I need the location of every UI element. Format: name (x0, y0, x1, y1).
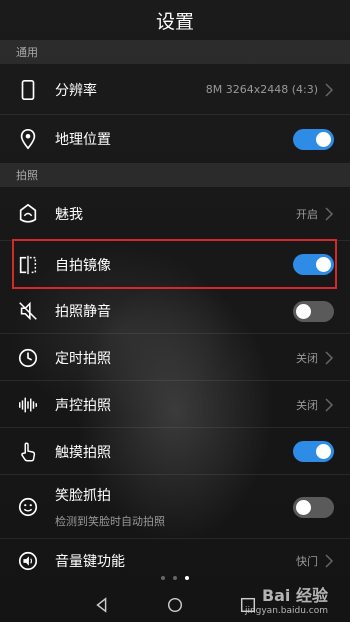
chevron-right-icon (325, 82, 334, 97)
highlight-box (12, 239, 337, 289)
section-header-photo: 拍照 (0, 163, 350, 187)
home-icon[interactable] (166, 596, 184, 614)
setting-beauty[interactable]: 魅我 开启 (0, 187, 350, 241)
beauty-face-icon (16, 202, 40, 226)
page-dot (173, 576, 177, 580)
mute-icon (16, 299, 40, 323)
setting-value: 快门 (296, 555, 318, 568)
setting-shutter-mute: 拍照静音 (0, 288, 350, 334)
setting-value: 关闭 (296, 398, 318, 412)
setting-label: 分辨率 (55, 82, 97, 99)
setting-value: 开启 (296, 208, 318, 221)
smile-capture-toggle[interactable] (293, 496, 334, 518)
setting-voice-capture[interactable]: 声控拍照 关闭 (0, 381, 350, 428)
setting-label: 地理位置 (55, 132, 111, 148)
setting-value: 8M 3264x2448 (4:3) (205, 83, 318, 96)
chevron-right-icon (325, 397, 334, 412)
setting-touch-capture: 触摸拍照 (0, 428, 350, 475)
chevron-right-icon (325, 207, 334, 221)
setting-smile-capture: 笑脸抓拍 检测到笑脸时自动拍照 (0, 475, 350, 539)
page-title: 设置 (155, 10, 194, 33)
setting-label: 魅我 (55, 207, 83, 223)
touch-capture-toggle[interactable] (293, 441, 334, 462)
smile-face-icon (16, 495, 40, 519)
location-toggle[interactable] (293, 128, 334, 150)
back-icon[interactable] (93, 596, 111, 614)
setting-label: 声控拍照 (55, 397, 111, 414)
setting-label: 定时拍照 (55, 350, 111, 367)
section-header-general: 通用 (0, 40, 350, 64)
volume-key-icon (16, 549, 40, 573)
chevron-right-icon (325, 350, 334, 365)
location-pin-icon (16, 127, 40, 151)
watermark: Bai 经验 jingyan.baidu.com (245, 582, 328, 616)
clock-icon (16, 346, 40, 370)
setting-label: 音量键功能 (55, 554, 125, 570)
phone-icon (16, 78, 40, 102)
setting-label: 触摸拍照 (55, 444, 111, 461)
setting-label: 笑脸抓拍 (55, 488, 111, 504)
setting-timer[interactable]: 定时拍照 关闭 (0, 334, 350, 381)
setting-location: 地理位置 (0, 115, 350, 163)
shutter-mute-toggle[interactable] (293, 300, 334, 322)
watermark-brand: Bai 经验 (261, 586, 328, 605)
setting-value: 关闭 (296, 351, 318, 365)
chevron-right-icon (325, 554, 334, 568)
page-indicator (0, 576, 350, 580)
watermark-url: jingyan.baidu.com (244, 606, 328, 616)
sound-wave-icon (16, 393, 40, 417)
setting-label: 拍照静音 (55, 304, 111, 320)
touch-finger-icon (16, 440, 40, 464)
page-dot-active (185, 576, 189, 580)
page-dot (161, 576, 165, 580)
setting-subtitle: 检测到笑脸时自动拍照 (55, 515, 165, 528)
setting-resolution[interactable]: 分辨率 8M 3264x2448 (4:3) (0, 64, 350, 115)
settings-screen: 设置 通用 分辨率 8M 3264x2448 (4:3) 地理位置 拍照 魅我 … (0, 0, 350, 622)
